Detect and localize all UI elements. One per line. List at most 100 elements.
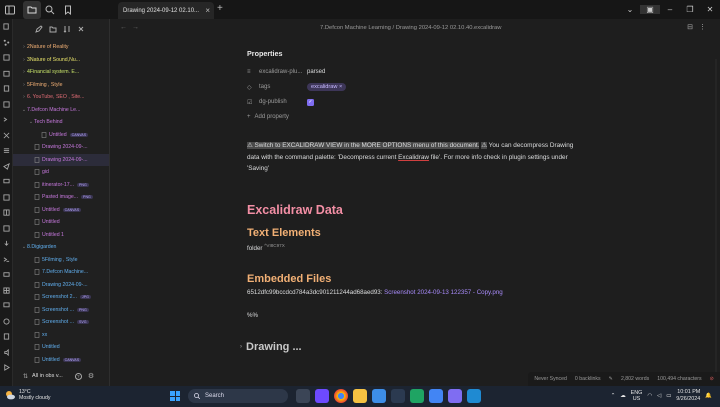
- more-options-icon[interactable]: ⋮: [699, 24, 712, 31]
- chevron-up-icon[interactable]: ⌃: [611, 393, 616, 399]
- grid-icon[interactable]: [0, 50, 13, 66]
- video-icon[interactable]: [0, 267, 13, 283]
- tree-file[interactable]: Untitled CANVAS: [13, 129, 109, 142]
- terminal-icon[interactable]: [0, 112, 13, 128]
- add-property-button[interactable]: + Add property: [247, 111, 289, 123]
- docs-icon[interactable]: [429, 389, 443, 403]
- tree-file[interactable]: Screenshot ... SVG: [13, 316, 109, 329]
- file-explorer-icon[interactable]: [353, 389, 367, 403]
- new-note-icon[interactable]: [35, 20, 43, 38]
- tree-file[interactable]: Pasted image... PNG: [13, 191, 109, 204]
- tree-file[interactable]: 5Filming , Style: [13, 254, 109, 267]
- vault-switcher[interactable]: ⇅ All in obs v... ? ⚙: [13, 370, 109, 382]
- property-row[interactable]: ☑ dg-publish ✓: [247, 96, 314, 108]
- edit-icon[interactable]: ✎: [609, 376, 613, 382]
- play-icon[interactable]: [0, 360, 13, 376]
- scrollbar[interactable]: [715, 59, 717, 379]
- tree-folder[interactable]: › 5Filming , Style: [13, 79, 109, 92]
- sort-icon[interactable]: [63, 20, 71, 38]
- taskbar-search[interactable]: Search: [188, 389, 288, 403]
- arrow-app-icon[interactable]: [391, 389, 405, 403]
- obsidian-icon[interactable]: [448, 389, 462, 403]
- pages-icon[interactable]: [0, 81, 13, 97]
- sync-status[interactable]: Never Synced: [534, 376, 567, 382]
- forward-icon[interactable]: →: [132, 24, 144, 31]
- wifi-icon[interactable]: ◠: [647, 393, 652, 399]
- property-key[interactable]: dg-publish: [259, 99, 287, 105]
- monitor-app-icon[interactable]: [372, 389, 386, 403]
- tree-file[interactable]: gid: [13, 166, 109, 179]
- property-key[interactable]: tags: [259, 84, 270, 90]
- tree-folder[interactable]: ⌄ 8.Digigarden: [13, 241, 109, 254]
- tree-file[interactable]: Untitled CANVAS: [13, 204, 109, 217]
- bookmark-icon[interactable]: [59, 1, 77, 19]
- vscode-icon[interactable]: [467, 389, 481, 403]
- tree-file[interactable]: Untitled: [13, 216, 109, 229]
- history-icon[interactable]: [0, 314, 13, 330]
- dg-publish-checkbox[interactable]: ✓: [307, 98, 314, 106]
- property-value[interactable]: parsed: [307, 69, 325, 75]
- tree-file[interactable]: Drawing 2024-09-...: [13, 279, 109, 292]
- document-icon[interactable]: [0, 329, 13, 345]
- backlinks-count[interactable]: 0 backlinks: [575, 376, 601, 382]
- calendar-icon[interactable]: [0, 66, 13, 82]
- excalidraw-icon[interactable]: [0, 128, 13, 144]
- task-view-icon[interactable]: [296, 389, 310, 403]
- tree-file[interactable]: xx: [13, 329, 109, 342]
- tree-file[interactable]: itinerator-17... PNG: [13, 179, 109, 192]
- breadcrumb[interactable]: 7.Defcon Machine Learning / Drawing 2024…: [320, 25, 501, 31]
- weather-widget[interactable]: 13°C Mostly cloudy: [4, 389, 50, 401]
- help-icon[interactable]: ?: [74, 372, 82, 380]
- monitor-icon[interactable]: [0, 174, 13, 190]
- chrome-icon[interactable]: [334, 389, 348, 403]
- tree-file[interactable]: 7.Defcon Machine...: [13, 266, 109, 279]
- new-folder-icon[interactable]: [49, 20, 57, 38]
- tree-file[interactable]: Drawing 2024-09-...: [13, 153, 109, 166]
- chat-icon[interactable]: [0, 298, 13, 314]
- tree-folder[interactable]: › 4Financial system. E...: [13, 66, 109, 79]
- embed-link[interactable]: Screenshot 2024-09-13 122357 - Copy.png: [384, 289, 503, 296]
- tree-file[interactable]: Untitled CANVAS: [13, 354, 109, 367]
- tree-file[interactable]: Drawing 2024-09-...: [13, 141, 109, 154]
- property-row[interactable]: ≡ excalidraw-plu... parsed: [247, 66, 325, 78]
- send-icon[interactable]: [0, 159, 13, 175]
- tab-active-drawing[interactable]: Drawing 2024-09-12 02.10... ×: [118, 2, 214, 19]
- search-icon[interactable]: [41, 1, 59, 19]
- chevron-right-icon[interactable]: ›: [240, 344, 242, 350]
- sidebar-toggle-icon[interactable]: [1, 1, 19, 19]
- proton-icon[interactable]: [315, 389, 329, 403]
- volume-icon[interactable]: ◁: [657, 393, 661, 399]
- cloud-icon[interactable]: ☁: [620, 393, 625, 399]
- notification-icon[interactable]: 🔔: [705, 393, 712, 399]
- sheets-icon[interactable]: [410, 389, 424, 403]
- maximize-button[interactable]: ❐: [680, 5, 700, 14]
- lang-indicator[interactable]: ENG US: [631, 390, 643, 402]
- settings-icon[interactable]: ⚙: [88, 372, 94, 380]
- files-icon[interactable]: [23, 0, 41, 19]
- tag-pill[interactable]: excalidraw ×: [307, 83, 347, 91]
- tree-folder[interactable]: ⌄ Tech Behind: [13, 116, 109, 129]
- tree-file[interactable]: Screenshot ... PNG: [13, 304, 109, 317]
- right-sidebar-icon[interactable]: ▣: [640, 5, 660, 14]
- slides-icon[interactable]: [0, 190, 13, 206]
- tree-folder[interactable]: › 6. YouTube, SEO , Site...: [13, 91, 109, 104]
- audio-icon[interactable]: [0, 345, 13, 361]
- tab-list-icon[interactable]: ⌄: [620, 5, 640, 14]
- tag-remove-icon[interactable]: ×: [339, 84, 342, 90]
- collapse-all-icon[interactable]: [77, 20, 85, 38]
- import-icon[interactable]: [0, 236, 13, 252]
- copy-icon[interactable]: [0, 19, 13, 35]
- back-icon[interactable]: ←: [120, 24, 132, 31]
- new-tab-button[interactable]: +: [217, 3, 223, 14]
- reading-view-icon[interactable]: ⊟: [687, 24, 699, 31]
- start-button[interactable]: [170, 391, 180, 401]
- tab-close-icon[interactable]: ×: [205, 6, 210, 15]
- battery-icon[interactable]: ▭: [666, 393, 671, 399]
- canvas-icon[interactable]: [0, 221, 13, 237]
- template-icon[interactable]: [0, 97, 13, 113]
- sync-off-icon[interactable]: ⊘: [710, 376, 714, 382]
- tree-folder[interactable]: › 3Nature of Sound,Nu...: [13, 54, 109, 67]
- drawing-section[interactable]: › Drawing ...: [240, 341, 302, 353]
- book-icon[interactable]: [0, 205, 13, 221]
- property-row[interactable]: ◇ tags excalidraw ×: [247, 81, 347, 93]
